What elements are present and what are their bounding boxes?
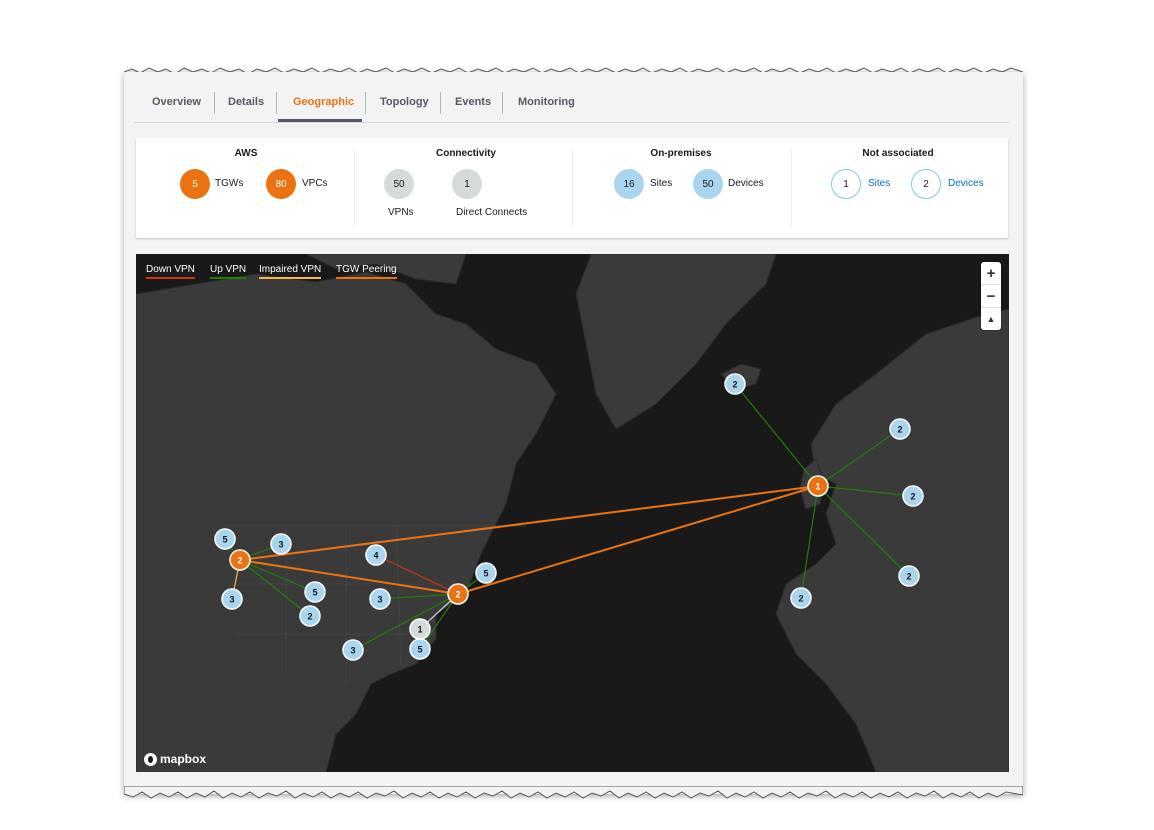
tab-bar: Overview Details Geographic Topology Eve…	[134, 86, 1009, 123]
marker-count-label: 2	[906, 572, 911, 582]
marker-count-label: 2	[798, 594, 803, 604]
unassociated-sites-badge[interactable]: 1	[831, 169, 861, 199]
north-america-landmass	[136, 271, 557, 772]
site-marker-gl4[interactable]: 4	[365, 544, 387, 566]
site-marker-iceland[interactable]: 2	[724, 373, 746, 395]
onprem-devices-label: Devices	[728, 178, 764, 189]
tgw-marker-west[interactable]: 2	[229, 549, 251, 571]
tab-divider	[276, 92, 277, 114]
site-marker-tx3[interactable]: 3	[342, 639, 364, 661]
marker-count-label: 5	[312, 588, 317, 598]
site-marker-iberia[interactable]: 2	[790, 587, 812, 609]
network-dashboard-panel: Overview Details Geographic Topology Eve…	[124, 72, 1023, 794]
tgw-label: TGWs	[215, 178, 244, 189]
compass-reset-button[interactable]: ▲	[981, 308, 1001, 330]
site-marker-w5[interactable]: 5	[214, 528, 236, 550]
site-marker-w5b[interactable]: 5	[304, 581, 326, 603]
tab-monitoring[interactable]: Monitoring	[518, 96, 575, 108]
direct-connect-count-badge[interactable]: 1	[452, 169, 482, 199]
marker-count-label: 2	[455, 590, 460, 600]
direct-connect-label: Direct Connects	[456, 207, 528, 218]
site-marker-w3b[interactable]: 3	[221, 588, 243, 610]
onprem-sites-badge[interactable]: 16	[614, 169, 644, 199]
aws-section-title: AWS	[234, 148, 258, 159]
tab-divider	[365, 92, 366, 114]
site-marker-fl5[interactable]: 5	[409, 638, 431, 660]
tab-divider	[214, 92, 215, 114]
marker-count-label: 2	[910, 492, 915, 502]
landmasses	[136, 254, 1009, 772]
europe-landmass	[775, 308, 1009, 772]
legend-item-tgw-peering: TGW Peering	[336, 264, 397, 279]
marker-count-label: 4	[373, 551, 378, 561]
tab-divider	[502, 92, 503, 114]
up-link	[734, 383, 819, 487]
marker-count-label: 3	[350, 646, 355, 656]
section-divider	[791, 150, 792, 226]
tab-topology[interactable]: Topology	[380, 96, 429, 108]
marker-count-label: 2	[307, 612, 312, 622]
marker-count-label: 3	[377, 595, 382, 605]
site-marker-italy[interactable]: 2	[898, 565, 920, 587]
tgw-marker-uk[interactable]: 1	[807, 475, 829, 497]
tgw-count-badge[interactable]: 5	[180, 169, 210, 199]
marker-count-label: 5	[417, 645, 422, 655]
onprem-section-title: On-premises	[650, 148, 712, 159]
site-marker-c3[interactable]: 3	[369, 588, 391, 610]
legend-item-up-vpn: Up VPN	[210, 264, 247, 279]
mapbox-wordmark: mapbox	[160, 752, 207, 766]
tab-details[interactable]: Details	[228, 96, 264, 108]
tab-overview[interactable]: Overview	[152, 96, 201, 108]
active-tab-indicator	[278, 119, 362, 122]
summary-card: AWS 5 TGWs 80 VPCs Connectivity 50 VPNs …	[136, 138, 1008, 238]
marker-count-label: 3	[278, 540, 283, 550]
zoom-in-button[interactable]: +	[981, 262, 1001, 285]
peering-link	[457, 485, 819, 595]
site-marker-w2[interactable]: 2	[299, 605, 321, 627]
marker-count-label: 1	[417, 625, 422, 635]
tab-events[interactable]: Events	[455, 96, 491, 108]
site-marker-ne5[interactable]: 5	[475, 562, 497, 584]
tab-geographic[interactable]: Geographic	[293, 96, 354, 108]
greenland-landmass	[575, 254, 777, 430]
dc-marker-dc[interactable]: 1	[409, 618, 431, 640]
tgw-marker-east[interactable]: 2	[447, 583, 469, 605]
legend-item-impaired-vpn: Impaired VPN	[259, 264, 322, 279]
unassociated-devices-link[interactable]: Devices	[948, 178, 984, 189]
legend-item-down-vpn: Down VPN	[146, 264, 195, 279]
not-associated-section-title: Not associated	[862, 148, 934, 159]
connectivity-section-title: Connectivity	[435, 148, 496, 159]
marker-count-label: 2	[237, 556, 242, 566]
zoom-controls: + − ▲	[981, 262, 1001, 330]
tab-divider	[440, 92, 441, 114]
marker-count-label: 2	[732, 380, 737, 390]
vpc-count-badge[interactable]: 80	[266, 169, 296, 199]
zoom-out-button[interactable]: −	[981, 285, 1001, 308]
marker-count-label: 5	[483, 569, 488, 579]
unassociated-sites-link[interactable]: Sites	[868, 178, 890, 189]
vpn-count-badge[interactable]: 50	[384, 169, 414, 199]
vpc-label: VPCs	[302, 178, 328, 189]
onprem-devices-badge[interactable]: 50	[693, 169, 723, 199]
unassociated-devices-badge[interactable]: 2	[911, 169, 941, 199]
section-divider	[354, 150, 355, 226]
site-marker-w3a[interactable]: 3	[270, 533, 292, 555]
site-marker-scand[interactable]: 2	[889, 418, 911, 440]
onprem-sites-label: Sites	[650, 178, 673, 189]
marker-count-label: 3	[229, 595, 234, 605]
marker-count-label: 1	[815, 482, 820, 492]
section-divider	[572, 150, 573, 226]
geographic-map[interactable]: 1 2 2 1 2 2 2 2 2 5 3 3 5 2 4 3 5 3 5 Down VPN Up VPN Impair…	[136, 254, 1009, 772]
vpn-label: VPNs	[388, 207, 414, 218]
torn-edge-bottom	[124, 786, 1023, 799]
map-canvas[interactable]: 1 2 2 1 2 2 2 2 2 5 3 3 5 2 4 3 5 3 5	[136, 254, 1009, 772]
mapbox-logo-icon	[144, 752, 157, 766]
marker-count-label: 2	[897, 425, 902, 435]
marker-count-label: 5	[222, 535, 227, 545]
mapbox-attribution[interactable]: mapbox	[144, 752, 206, 766]
site-marker-germany[interactable]: 2	[902, 485, 924, 507]
